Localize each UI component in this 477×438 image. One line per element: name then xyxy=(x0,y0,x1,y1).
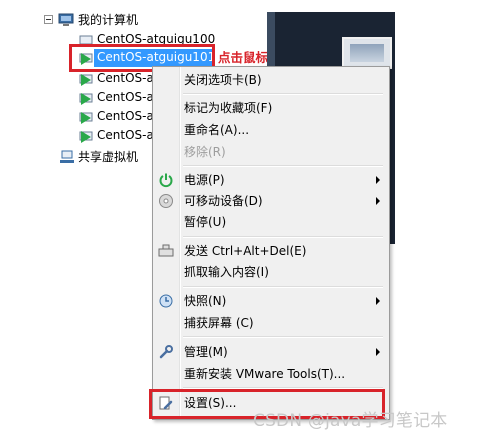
menu-item-label: 可移动设备(D) xyxy=(184,194,263,208)
menu-item-label: 标记为收藏项(F) xyxy=(184,101,273,115)
menu-item-remove: 移除(R) xyxy=(153,142,389,162)
submenu-arrow-icon xyxy=(376,197,380,205)
tree-item-vm[interactable]: CentOS-a xyxy=(97,109,154,123)
menu-item-label: 重命名(A)... xyxy=(184,123,250,137)
send-keys-icon xyxy=(158,244,174,257)
menu-item-close-tab[interactable]: 关闭选项卡(B) xyxy=(153,70,389,90)
vm-running-icon xyxy=(79,93,93,105)
menu-separator xyxy=(183,165,383,167)
menu-item-label: 快照(N) xyxy=(184,294,227,308)
menu-separator xyxy=(183,236,383,238)
tree-item-vm[interactable]: CentOS-a xyxy=(97,90,154,104)
wrench-icon xyxy=(159,345,173,359)
removable-device-icon xyxy=(159,194,173,208)
menu-item-label: 暂停(U) xyxy=(184,215,227,229)
shared-vms-icon xyxy=(60,150,74,163)
menu-item-manage[interactable]: 管理(M) xyxy=(153,342,389,362)
menu-item-label: 发送 Ctrl+Alt+Del(E) xyxy=(184,244,307,258)
menu-separator xyxy=(183,336,383,338)
menu-separator xyxy=(183,286,383,288)
menu-item-mark-favorite[interactable]: 标记为收藏项(F) xyxy=(153,98,389,118)
tree-item-vm[interactable]: CentOS-a xyxy=(97,71,154,85)
menu-item-send-ctrl-alt-del[interactable]: 发送 Ctrl+Alt+Del(E) xyxy=(153,241,389,261)
menu-separator xyxy=(183,93,383,95)
menu-item-label: 捕获屏幕 (C) xyxy=(184,316,254,330)
submenu-arrow-icon xyxy=(376,176,380,184)
menu-item-label: 抓取输入内容(I) xyxy=(184,265,269,279)
vm-thumbnail-icon xyxy=(342,37,392,69)
snapshot-icon xyxy=(159,294,173,308)
power-icon xyxy=(159,173,173,188)
expander-collapse-icon[interactable] xyxy=(44,15,53,24)
menu-item-label: 移除(R) xyxy=(184,145,226,159)
menu-item-label: 重新安装 VMware Tools(T)... xyxy=(184,367,346,381)
menu-item-removable-devices[interactable]: 可移动设备(D) xyxy=(153,191,389,211)
my-computer-icon xyxy=(58,13,74,26)
menu-item-grab-input[interactable]: 抓取输入内容(I) xyxy=(153,262,389,282)
menu-item-snapshot[interactable]: 快照(N) xyxy=(153,291,389,311)
submenu-arrow-icon xyxy=(376,348,380,356)
menu-item-rename[interactable]: 重命名(A)... xyxy=(153,120,389,140)
vm-running-icon xyxy=(79,74,93,86)
context-menu: 关闭选项卡(B) 标记为收藏项(F) 重命名(A)... 移除(R) 电源(P)… xyxy=(152,66,390,420)
menu-item-power[interactable]: 电源(P) xyxy=(153,170,389,190)
menu-item-capture-screen[interactable]: 捕获屏幕 (C) xyxy=(153,313,389,333)
menu-item-label: 关闭选项卡(B) xyxy=(184,73,262,87)
vm-running-icon xyxy=(79,112,93,124)
menu-item-label: 管理(M) xyxy=(184,345,228,359)
menu-item-label: 电源(P) xyxy=(184,173,225,187)
tree-root-label[interactable]: 我的计算机 xyxy=(78,11,138,28)
submenu-arrow-icon xyxy=(376,297,380,305)
menu-item-pause[interactable]: 暂停(U) xyxy=(153,212,389,232)
watermark: CSDN @java学习笔记本 xyxy=(253,411,448,431)
tree-item-vm[interactable]: CentOS-a xyxy=(97,128,154,142)
vm-running-icon xyxy=(79,131,93,143)
tree-shared-vms-label[interactable]: 共享虚拟机 xyxy=(78,148,138,165)
menu-item-reinstall-vmware-tools[interactable]: 重新安装 VMware Tools(T)... xyxy=(153,364,389,384)
